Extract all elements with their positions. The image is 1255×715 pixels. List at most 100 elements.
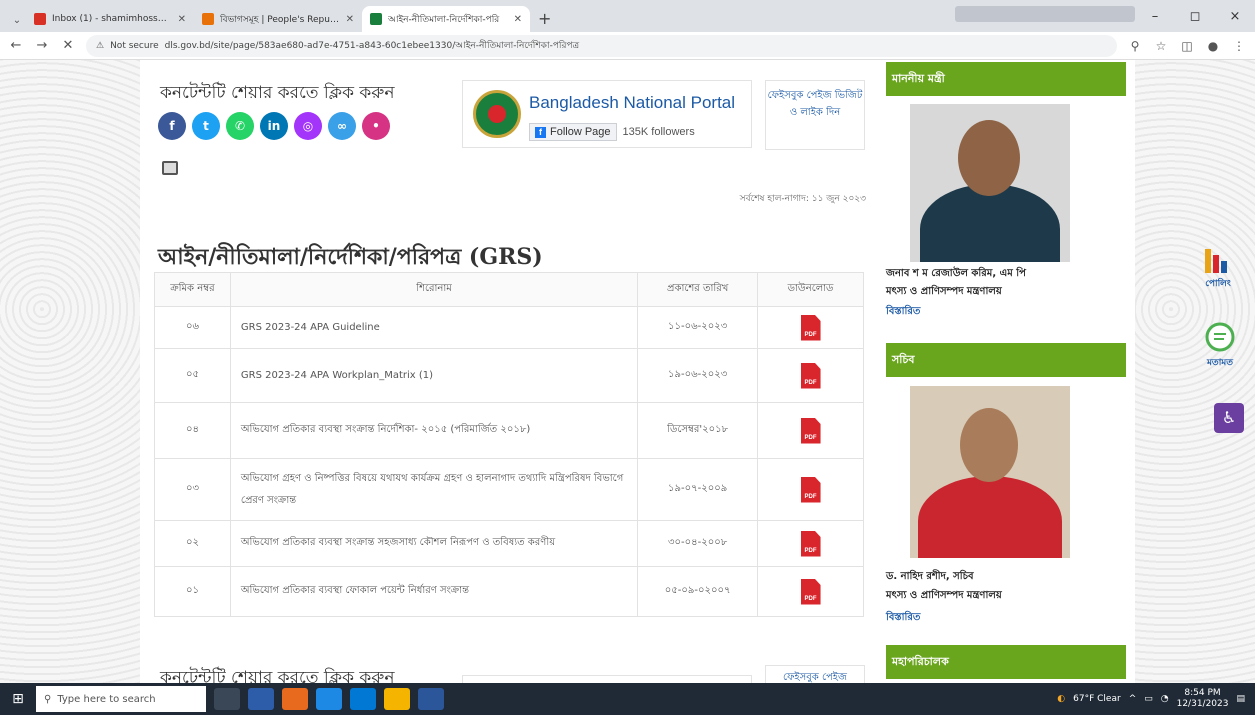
tab-title: বিভাগসমূহ | People's Republic	[220, 14, 340, 25]
pdf-download-icon[interactable]: PDF	[800, 578, 821, 605]
file-explorer-icon[interactable]	[248, 688, 274, 710]
pdf-download-icon[interactable]: PDF	[800, 362, 821, 389]
bottom-facebook-visit-link[interactable]: ফেইসবুক পেইজ	[765, 665, 865, 683]
bottom-share-heading: কনটেন্টটি শেয়ার করতে ক্লিক করুন	[160, 668, 395, 683]
windows-start-icon[interactable]: ⊞	[0, 683, 36, 715]
more-icon[interactable]: •	[362, 112, 390, 140]
facebook-page-widget: Bangladesh National Portal f Follow Page…	[462, 80, 752, 148]
title-cell: অভিযোগ প্রতিকার ব্যবস্থা ফোকাল পয়েন্ট ন…	[229, 566, 639, 617]
chrome-icon[interactable]	[384, 688, 410, 710]
last-update-text: সর্বশেষ হাল-নাগাদ: ১১ জুন ২০২৩	[739, 194, 866, 204]
facebook-icon[interactable]: f	[158, 112, 186, 140]
title-cell: অভিযোগ প্রতিকার ব্যবস্থা সংক্রান্ত সহজসা…	[229, 520, 639, 567]
url-text: dls.gov.bd/site/page/583ae680-ad7e-4751-…	[164, 41, 580, 51]
date-cell: ডিসেম্বর'২০১৮	[637, 402, 759, 459]
tab-search-icon[interactable]: ⌄	[8, 8, 26, 32]
close-tab-icon[interactable]: ✕	[514, 14, 522, 25]
title-cell: GRS 2023-24 APA Workplan_Matrix (1)	[229, 348, 639, 403]
serial-cell: ০১	[154, 566, 231, 617]
close-tab-icon[interactable]: ✕	[178, 14, 186, 25]
minister-ministry: মৎস্য ও প্রাণিসম্পদ মন্ত্রণালয়	[886, 286, 1002, 297]
close-tab-icon[interactable]: ✕	[346, 14, 354, 25]
decorative-pattern-right	[1135, 60, 1255, 683]
pdf-download-icon[interactable]: PDF	[800, 530, 821, 557]
link-icon[interactable]: ∞	[328, 112, 356, 140]
serial-cell: ০৫	[154, 348, 231, 403]
title-cell: অভিযোগ গ্রহণ ও নিষ্পত্তির বিষয়ে যথাযথ ক…	[229, 458, 639, 521]
minister-name: জনাব শ ম রেজাউল করিম, এম পি	[886, 268, 1026, 279]
minimize-button[interactable]: –	[1135, 0, 1175, 32]
twitter-icon[interactable]: t	[192, 112, 220, 140]
share-heading: কনটেন্টটি শেয়ার করতে ক্লিক করুন	[160, 83, 395, 103]
browser-tab[interactable]: Inbox (1) - shamimhossainfm ✕	[26, 6, 194, 32]
stop-loading-icon[interactable]: ✕	[60, 38, 76, 53]
pdf-download-icon[interactable]: PDF	[800, 314, 821, 341]
address-bar: ← → ✕ ⚠ Not secure dls.gov.bd/site/page/…	[0, 32, 1255, 60]
decorative-pattern-left	[0, 60, 140, 683]
clock-time: 8:54 PM	[1184, 688, 1221, 698]
tray-chevron-icon[interactable]: ^	[1129, 694, 1137, 704]
tab-title: Inbox (1) - shamimhossainfm	[52, 14, 172, 24]
browser-menu-icon[interactable]: ⋮	[1231, 39, 1247, 53]
column-header: প্রকাশের তারিখ	[637, 272, 759, 307]
secretary-heading: সচিব	[886, 343, 1126, 377]
print-icon[interactable]	[162, 161, 178, 175]
not-secure-warning-icon[interactable]: ⚠	[96, 41, 104, 51]
accessibility-icon[interactable]: ♿	[1214, 403, 1244, 433]
firefox-icon[interactable]	[282, 688, 308, 710]
portal-name[interactable]: Bangladesh National Portal	[529, 93, 735, 113]
feedback-widget[interactable]: মতামত	[1200, 322, 1240, 370]
title-cell: GRS 2023-24 APA Guideline	[229, 306, 639, 349]
zoom-icon[interactable]: ⚲	[1127, 39, 1143, 53]
facebook-visit-link[interactable]: ফেইসবুক পেইজ ভিজিট ও লাইক দিন	[765, 80, 865, 150]
window-controls: – ◻ ×	[1135, 0, 1255, 32]
url-field[interactable]: ⚠ Not secure dls.gov.bd/site/page/583ae6…	[86, 34, 1117, 57]
forward-arrow-icon[interactable]: →	[34, 38, 50, 53]
maximize-button[interactable]: ◻	[1175, 0, 1215, 32]
documents-table: ক্রমিক নম্বর শিরোনাম প্রকাশের তারিখ ডাউন…	[154, 272, 864, 617]
taskbar-search-placeholder: Type here to search	[57, 693, 156, 705]
edge-icon[interactable]	[316, 688, 342, 710]
minister-details-link[interactable]: বিস্তারিত	[886, 304, 920, 321]
pdf-download-icon[interactable]: PDF	[800, 417, 821, 444]
table-row: ০২ অভিযোগ প্রতিকার ব্যবস্থা সংক্রান্ত সহ…	[154, 520, 864, 567]
notification-icon[interactable]: ▤	[1236, 694, 1245, 704]
poll-widget[interactable]: পোলিং	[1198, 245, 1238, 291]
linkedin-icon[interactable]: in	[260, 112, 288, 140]
blurred-area	[955, 6, 1135, 22]
browser-tab[interactable]: বিভাগসমূহ | People's Republic ✕	[194, 6, 362, 32]
profile-icon[interactable]: ●	[1205, 39, 1221, 53]
task-view-icon[interactable]	[214, 688, 240, 710]
taskbar-clock[interactable]: 8:54 PM 12/31/2023	[1177, 688, 1229, 710]
tab-title: আইন-নীতিমালা-নির্দেশিকা-পরি	[388, 14, 500, 25]
minister-heading: মাননীয় মন্ত্রী	[886, 62, 1126, 96]
follow-page-button[interactable]: f Follow Page	[529, 123, 617, 141]
bookmark-star-icon[interactable]: ☆	[1153, 39, 1169, 53]
site-favicon-icon	[202, 13, 214, 25]
title-cell: অভিযোগ প্রতিকার ব্যবস্থা সংক্রান্ত নির্দ…	[229, 402, 639, 459]
sidebar-toggle-icon[interactable]: ◫	[1179, 39, 1195, 53]
secretary-details-link[interactable]: বিস্তারিত	[886, 610, 920, 627]
back-arrow-icon[interactable]: ←	[8, 38, 24, 53]
whatsapp-icon[interactable]: ✆	[226, 112, 254, 140]
messenger-icon[interactable]: ◎	[294, 112, 322, 140]
poll-chart-icon	[1205, 249, 1227, 273]
taskbar-search[interactable]: ⚲ Type here to search	[36, 686, 206, 712]
volume-icon[interactable]: ◔	[1161, 694, 1169, 704]
date-cell: ১১-০৬-২০২৩	[637, 306, 759, 349]
word-icon[interactable]	[418, 688, 444, 710]
pdf-download-icon[interactable]: PDF	[800, 476, 821, 503]
secretary-photo	[910, 386, 1070, 558]
close-window-button[interactable]: ×	[1215, 0, 1255, 32]
browser-tab-active[interactable]: আইন-নীতিমালা-নির্দেশিকা-পরি ✕	[362, 6, 530, 32]
store-icon[interactable]	[350, 688, 376, 710]
new-tab-button[interactable]: +	[530, 9, 559, 32]
table-row: ০৫ GRS 2023-24 APA Workplan_Matrix (1) ১…	[154, 348, 864, 403]
network-icon[interactable]: ▭	[1144, 694, 1153, 704]
weather-text[interactable]: 67°F Clear	[1073, 694, 1121, 704]
social-share-buttons: f t ✆ in ◎ ∞ •	[158, 112, 390, 140]
feedback-label: মতামত	[1206, 358, 1234, 368]
secretary-photo-body	[918, 476, 1062, 558]
system-tray: ◐ 67°F Clear ^ ▭ ◔ 8:54 PM 12/31/2023 ▤	[1057, 683, 1245, 715]
column-header: শিরোনাম	[229, 272, 639, 307]
